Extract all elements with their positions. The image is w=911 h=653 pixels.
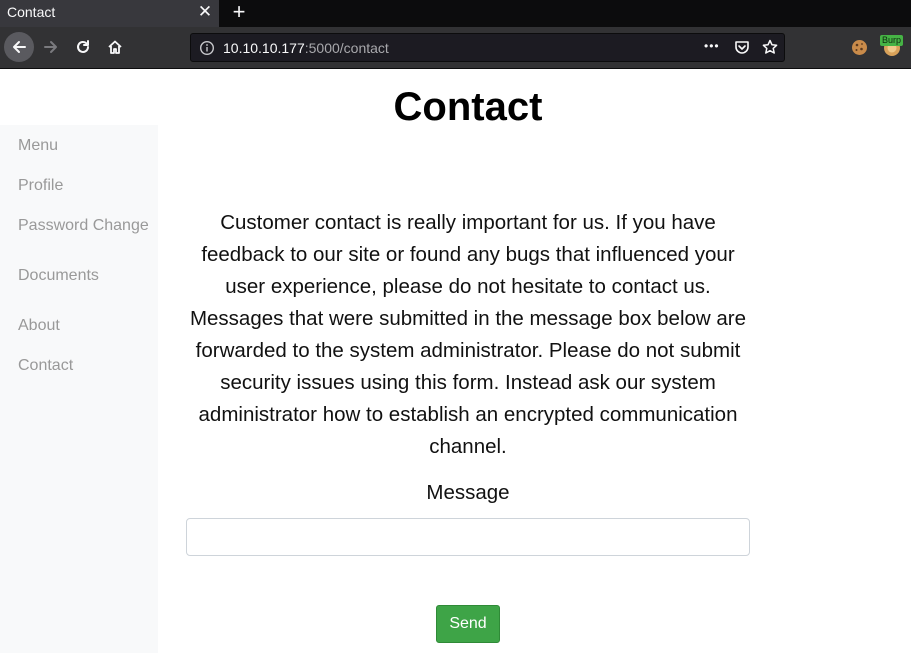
- home-icon: [108, 40, 122, 54]
- url-text[interactable]: 10.10.10.177:5000/contact: [223, 40, 389, 56]
- browser-tab[interactable]: Contact ✕: [0, 0, 219, 27]
- url-path: :5000/contact: [304, 40, 389, 56]
- cookie-extension-icon[interactable]: [851, 39, 868, 56]
- sidebar-item-documents[interactable]: Documents: [18, 267, 99, 285]
- url-host: 10.10.10.177: [223, 40, 305, 56]
- intro-paragraph: Customer contact is really important for…: [189, 211, 747, 458]
- tab-close-icon[interactable]: ✕: [197, 3, 213, 21]
- send-button[interactable]: Send: [436, 605, 500, 643]
- forward-button[interactable]: [37, 33, 65, 61]
- web-page: Menu Profile Password Change Documents A…: [0, 69, 911, 653]
- address-bar[interactable]: 10.10.10.177:5000/contact •••: [190, 33, 785, 62]
- page-title: Contact: [393, 85, 543, 129]
- message-label: Message: [426, 481, 510, 504]
- navigation-toolbar: 10.10.10.177:5000/contact ••• Burp: [0, 27, 911, 69]
- tab-title: Contact: [7, 4, 56, 20]
- sidebar-item-about[interactable]: About: [18, 317, 60, 335]
- home-button[interactable]: [101, 33, 129, 61]
- burp-badge: Burp: [880, 35, 904, 46]
- sidebar-item-profile[interactable]: Profile: [18, 177, 63, 195]
- page-actions-icon[interactable]: •••: [704, 39, 720, 53]
- tab-bar: Contact ✕ +: [0, 0, 911, 27]
- new-tab-button[interactable]: +: [228, 0, 250, 25]
- arrow-right-icon: [44, 41, 57, 53]
- info-icon[interactable]: [199, 40, 215, 56]
- bookmark-star-icon[interactable]: [762, 39, 778, 55]
- arrow-left-icon: [13, 41, 26, 53]
- back-button[interactable]: [4, 32, 34, 62]
- sidebar-item-menu[interactable]: Menu: [18, 137, 58, 155]
- sidebar-nav: Menu Profile Password Change Documents A…: [0, 125, 158, 653]
- message-input[interactable]: [186, 518, 750, 556]
- reload-button[interactable]: [69, 33, 97, 61]
- pocket-icon[interactable]: [734, 39, 750, 55]
- reload-icon: [77, 40, 89, 53]
- sidebar-item-contact[interactable]: Contact: [18, 357, 73, 375]
- sidebar-item-password-change[interactable]: Password Change: [18, 217, 149, 235]
